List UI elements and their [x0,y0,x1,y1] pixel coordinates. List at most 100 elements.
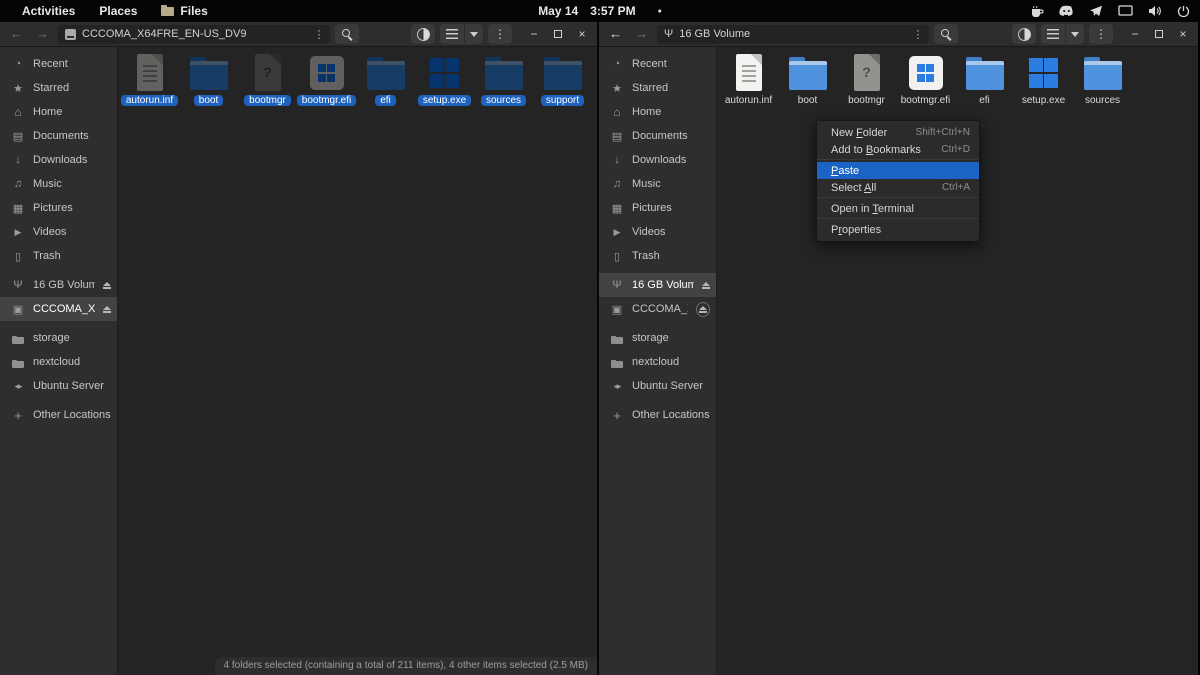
sidebar-item[interactable]: Music [0,172,117,196]
file-item[interactable]: boot [179,53,238,106]
sidebar-item[interactable]: Recent [599,52,716,76]
sidebar-item[interactable]: CCCOMA_X6... [0,297,117,321]
path-bar[interactable]: Ψ 16 GB Volume ⋮ [657,25,929,44]
operations-progress-icon [1018,28,1031,41]
file-item[interactable]: efi [356,53,415,106]
search-button[interactable] [335,24,359,44]
screen-share-icon[interactable] [1118,5,1133,17]
minimize-button[interactable]: − [525,25,543,43]
sidebar-item[interactable]: Music [599,172,716,196]
view-toggle-button[interactable] [1041,24,1065,44]
clock[interactable]: May 14 3:57 PM ● [538,4,662,18]
close-button[interactable]: × [1174,25,1192,43]
file-item[interactable]: setup.exe [1014,53,1073,106]
telegram-icon[interactable] [1089,5,1103,17]
sidebar-item-label: Music [33,178,62,190]
sidebar-item[interactable]: Other Locations [0,403,117,427]
sidebar-item[interactable]: Starred [599,76,716,100]
sidebar-item[interactable]: Trash [0,244,117,268]
back-button[interactable]: ← [6,25,27,43]
caffeine-cup-icon[interactable] [1030,5,1044,18]
sidebar-item-label: Videos [33,226,66,238]
sidebar-item[interactable]: Pictures [0,196,117,220]
sidebar-item[interactable]: Documents [0,124,117,148]
sidebar-item-icon [11,82,25,95]
back-button[interactable]: ← [605,25,626,43]
sidebar-item[interactable]: nextcloud [599,350,716,374]
path-bar[interactable]: CCCOMA_X64FRE_EN-US_DV9 ⋮ [58,25,330,44]
sidebar-item[interactable]: storage [599,326,716,350]
maximize-button[interactable] [549,25,567,43]
menu-item-label: Select All [831,182,876,194]
file-item[interactable]: sources [474,53,533,106]
file-item[interactable]: bootmgr.efi [896,53,955,106]
activities-button[interactable]: Activities [10,4,87,18]
file-item[interactable]: autorun.inf [719,53,778,106]
file-item[interactable]: autorun.inf [120,53,179,106]
forward-button[interactable]: → [32,25,53,43]
power-icon[interactable] [1177,5,1190,18]
view-options-button[interactable] [465,24,483,44]
maximize-button[interactable] [1150,25,1168,43]
window-menu-button[interactable]: ⋮ [488,24,512,44]
file-item[interactable]: boot [778,53,837,106]
file-name: autorun.inf [722,95,775,106]
path-menu-button[interactable]: ⋮ [312,28,326,41]
discord-icon[interactable] [1059,5,1074,17]
file-item[interactable]: bootmgr [837,53,896,106]
operations-button[interactable] [1012,24,1036,44]
context-menu-item[interactable]: New Folder Shift+Ctrl+N [817,124,979,141]
eject-button[interactable] [696,302,710,317]
view-toggle-button[interactable] [440,24,464,44]
sidebar-item[interactable]: Trash [599,244,716,268]
sidebar-item[interactable]: Videos [599,220,716,244]
minimize-button[interactable]: − [1126,25,1144,43]
context-menu-item[interactable]: Properties [817,221,979,238]
context-menu-item[interactable]: Open in Terminal [817,200,979,219]
window-menu-button[interactable]: ⋮ [1089,24,1113,44]
sidebar-item[interactable]: Starred [0,76,117,100]
sidebar-item[interactable]: Downloads [0,148,117,172]
sidebar-item[interactable]: Other Locations [599,403,716,427]
context-menu-item[interactable]: Add to Bookmarks Ctrl+D [817,141,979,160]
sidebar-item[interactable]: CCCOMA_X6... [599,297,716,321]
context-menu-item[interactable]: Select All Ctrl+A [817,179,979,198]
file-name: autorun.inf [121,95,178,106]
eject-button[interactable] [702,282,710,289]
sidebar-item[interactable]: nextcloud [0,350,117,374]
file-item[interactable]: sources [1073,53,1132,106]
file-item[interactable]: support [533,53,592,106]
volume-icon[interactable] [1148,5,1162,17]
file-item[interactable]: setup.exe [415,53,474,106]
places-menu[interactable]: Places [87,4,149,18]
search-button[interactable] [934,24,958,44]
sidebar-item[interactable]: Ubuntu Server [599,374,716,398]
context-menu-item[interactable]: Paste [817,162,979,179]
sidebar-item-label: CCCOMA_X6... [632,303,688,315]
sidebar-item[interactable]: Downloads [599,148,716,172]
forward-button[interactable]: → [631,25,652,43]
sidebar-item[interactable]: Home [599,100,716,124]
sidebar-item[interactable]: storage [0,326,117,350]
sidebar-item[interactable]: Pictures [599,196,716,220]
file-item[interactable]: bootmgr.efi [297,53,356,106]
file-name: efi [976,95,993,106]
file-icon [843,53,891,93]
sidebar-item[interactable]: Videos [0,220,117,244]
sidebar-item[interactable]: Home [0,100,117,124]
close-button[interactable]: × [573,25,591,43]
sidebar-item[interactable]: 16 GB Volume [0,273,117,297]
file-item[interactable]: efi [955,53,1014,106]
sidebar-item[interactable]: Ubuntu Server [0,374,117,398]
sidebar-item[interactable]: Documents [599,124,716,148]
sidebar-item[interactable]: 16 GB Volume [599,273,716,297]
files-app-menu[interactable]: Files [149,4,219,18]
path-menu-button[interactable]: ⋮ [911,28,925,41]
sidebar-item[interactable]: Recent [0,52,117,76]
eject-button[interactable] [103,306,111,313]
view-options-button[interactable] [1066,24,1084,44]
eject-button[interactable] [103,282,111,289]
file-icon [362,53,410,93]
file-item[interactable]: bootmgr [238,53,297,106]
operations-button[interactable] [411,24,435,44]
